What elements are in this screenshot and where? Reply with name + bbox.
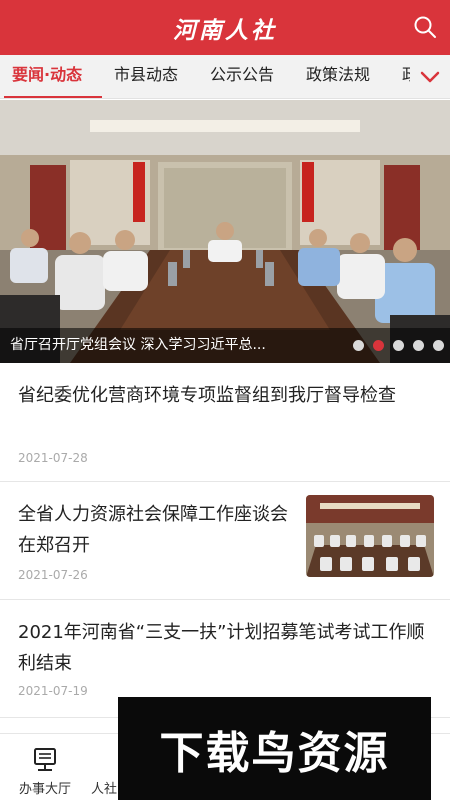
carousel-dot[interactable] — [433, 340, 444, 351]
tab-news[interactable]: 要闻·动态 — [12, 55, 82, 98]
top-bar: 河南人社 — [0, 0, 450, 55]
banner-caption-bar: 省厅召开厅党组会议 深入学习习近平总... — [0, 328, 450, 363]
category-tabs: 要闻·动态 市县动态 公示公告 政策法规 政 — [0, 55, 450, 99]
news-date: 2021-07-26 — [18, 568, 88, 582]
search-button[interactable] — [410, 12, 440, 42]
watermark-overlay: 下载鸟资源 — [118, 697, 431, 800]
tab-county-news[interactable]: 市县动态 — [114, 55, 178, 98]
carousel-dot[interactable] — [413, 340, 424, 351]
banner-caption: 省厅召开厅党组会议 深入学习习近平总... — [10, 337, 266, 353]
news-title: 2021年河南省“三支一扶”计划招募笔试考试工作顺利结束 — [18, 622, 425, 674]
news-date: 2021-07-19 — [18, 684, 88, 698]
app-title: 河南人社 — [173, 16, 277, 44]
tab-policies[interactable]: 政策法规 — [306, 55, 370, 98]
news-title: 省纪委优化营商环境专项监督组到我厅督导检查 — [18, 385, 396, 406]
news-date: 2021-07-28 — [18, 451, 88, 465]
news-item[interactable]: 省纪委优化营商环境专项监督组到我厅督导检查 2021-07-28 — [0, 363, 450, 482]
carousel-dot[interactable] — [353, 340, 364, 351]
carousel-indicator — [353, 340, 444, 351]
search-icon — [414, 16, 436, 38]
tab-announcements[interactable]: 公示公告 — [210, 55, 274, 98]
banner-photo — [0, 100, 450, 363]
nav-label: 办事大厅 — [18, 782, 71, 797]
news-banner[interactable]: 省厅召开厅党组会议 深入学习习近平总... — [0, 100, 450, 363]
carousel-dot[interactable] — [393, 340, 404, 351]
news-thumbnail — [306, 495, 434, 577]
news-item[interactable]: 全省人力资源社会保障工作座谈会在郑召开 2021-07-26 — [0, 482, 450, 600]
nav-service-hall[interactable]: 办事大厅 — [5, 734, 85, 801]
watermark-text: 下载鸟资源 — [159, 727, 390, 779]
news-title: 全省人力资源社会保障工作座谈会在郑召开 — [18, 504, 288, 556]
service-hall-icon — [34, 748, 56, 771]
carousel-dot-active[interactable] — [373, 340, 384, 351]
tabs-more-button[interactable] — [410, 55, 450, 98]
chevron-down-icon — [420, 71, 440, 83]
active-tab-indicator — [4, 96, 102, 98]
